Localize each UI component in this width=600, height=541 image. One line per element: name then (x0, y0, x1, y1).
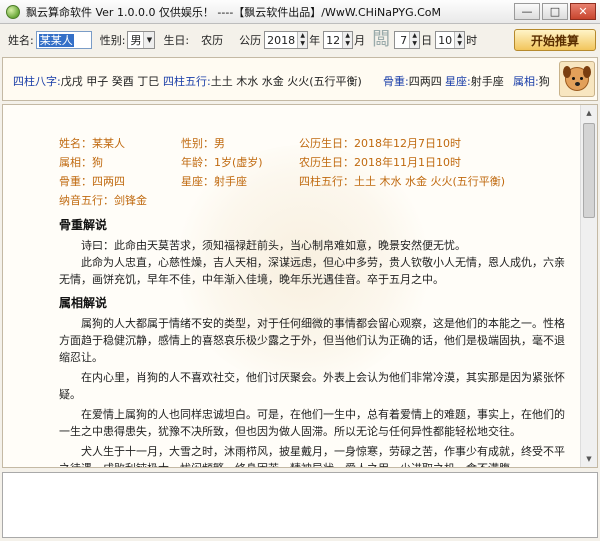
shuxiang-value: 狗 (538, 75, 550, 88)
hour-value: 10 (438, 33, 453, 47)
zodiac-paragraph: 犬人生于十一月，大雪之时，沐雨栉风，披星戴月，一身惊寒，劳碌之苦，作事少有成就，… (59, 445, 565, 467)
info-row: 姓名：某某人 性别：男 公历生日：2018年12月7日10时 (59, 135, 579, 154)
year-value: 2018 (267, 33, 296, 47)
chevron-down-icon[interactable]: ▼ (143, 32, 155, 48)
scroll-down-icon[interactable]: ▼ (581, 451, 597, 467)
window-title: 飘云算命软件 Ver 1.0.0.0 仅供娱乐！ ----【飘云软件出品】/Ww… (26, 5, 442, 19)
start-calculation-button[interactable]: 开始推算 (514, 29, 596, 51)
wuxing-value: 土土 木水 水金 火火(五行平衡) (210, 75, 362, 88)
solar-option[interactable]: 公历 (239, 32, 261, 48)
zodiac-section-title: 属相解说 (59, 296, 108, 310)
spin-up-icon[interactable]: ▲ (410, 32, 419, 40)
minimize-button[interactable]: — (514, 3, 540, 20)
reading-content-panel[interactable]: 姓名：某某人 性别：男 公历生日：2018年12月7日10时 属相：狗 年龄：1… (2, 104, 598, 468)
close-button[interactable]: ✕ (570, 3, 596, 20)
guzhong-summary: 骨重:四两四 (383, 73, 442, 89)
spin-up-icon[interactable]: ▲ (343, 32, 352, 40)
bone-section-title: 骨重解说 (59, 218, 108, 232)
spin-up-icon[interactable]: ▲ (298, 32, 307, 40)
year-stepper[interactable]: 2018 ▲ ▼ (264, 31, 309, 49)
bone-poem: 诗曰：此命由天莫苦求，须知福禄赶前头，当心制帛难如意，晚景安然便无忧。 (81, 239, 466, 252)
info-nayin: 纳音五行：剑锋金 (59, 194, 147, 207)
gender-label: 性别: (99, 34, 126, 47)
bone-description: 此命为人忠直，心慈性燥，吉人天相，深谋远虑，但心中多劳，贵人钦敬小人无情，恩人成… (59, 256, 565, 286)
day-unit: 日 (421, 34, 433, 47)
info-row: 纳音五行：剑锋金 (59, 192, 579, 211)
xingzuo-label: 星座: (445, 75, 471, 88)
day-value: 7 (400, 33, 408, 47)
dog-nose (575, 82, 580, 86)
info-age: 年龄：1岁(虚岁) (181, 156, 263, 169)
app-logo-icon (6, 4, 20, 19)
month-unit: 月 (354, 34, 366, 47)
spin-down-icon[interactable]: ▼ (343, 40, 352, 48)
spin-down-icon[interactable]: ▼ (298, 40, 307, 48)
gender-select[interactable]: 男 ▼ (127, 31, 156, 49)
info-name: 姓名：某某人 (59, 137, 125, 150)
month-stepper[interactable]: 12 ▲ ▼ (323, 31, 354, 49)
zodiac-dog-avatar (559, 61, 595, 97)
gender-select-value: 男 (130, 34, 142, 47)
hour-stepper-buttons[interactable]: ▲ ▼ (454, 32, 465, 48)
day-stepper-buttons[interactable]: ▲ ▼ (409, 32, 420, 48)
dog-eye (580, 77, 583, 80)
bazi-value: 戊戌 甲子 癸酉 丁巳 (60, 75, 160, 88)
info-wuxing: 四柱五行：土土 木水 水金 火火(五行平衡) (299, 175, 506, 188)
wuxing-summary: 四柱五行:土土 木水 水金 火火(五行平衡) (163, 73, 362, 89)
year-unit: 年 (309, 34, 321, 47)
info-zodiac: 属相：狗 (59, 156, 103, 169)
hour-stepper[interactable]: 10 ▲ ▼ (435, 31, 466, 49)
guzhong-value: 四两四 (408, 75, 442, 88)
bazi-label: 四柱八字: (13, 75, 61, 88)
dog-eye (572, 77, 575, 80)
dog-icon (563, 66, 591, 91)
info-lunar-birthday: 农历生日：2018年11月1日10时 (299, 156, 461, 169)
notes-textarea[interactable] (2, 472, 598, 538)
zodiac-paragraph: 在内心里，肖狗的人不喜欢社交，他们讨厌聚会。外表上会认为他们非常冷漠，其实那是因… (59, 371, 565, 401)
month-stepper-buttons[interactable]: ▲ ▼ (342, 32, 353, 48)
info-block: 姓名：某某人 性别：男 公历生日：2018年12月7日10时 属相：狗 年龄：1… (59, 135, 579, 211)
day-stepper[interactable]: 7 ▲ ▼ (394, 31, 421, 49)
window-controls: — □ ✕ (514, 3, 596, 20)
hour-unit: 时 (466, 34, 478, 47)
wuxing-label: 四柱五行: (163, 75, 211, 88)
year-stepper-buttons[interactable]: ▲ ▼ (297, 32, 308, 48)
content-scrollbar[interactable]: ▲ ▼ (580, 105, 597, 467)
summary-panel: 四柱八字:戊戌 甲子 癸酉 丁巳 四柱五行:土土 木水 水金 火火(五行平衡) … (2, 57, 598, 101)
month-value: 12 (326, 33, 341, 47)
seal-glyph: 闆 (372, 29, 391, 50)
birthday-label: 生日: (163, 34, 190, 47)
shuxiang-summary: 属相:狗 (513, 73, 550, 89)
guzhong-label: 骨重: (383, 75, 409, 88)
spin-down-icon[interactable]: ▼ (455, 40, 464, 48)
shuxiang-label: 属相: (513, 75, 539, 88)
info-gender: 性别：男 (181, 137, 225, 150)
scrollbar-thumb[interactable] (583, 123, 595, 218)
info-bone-weight: 骨重：四两四 (59, 175, 125, 188)
xingzuo-value: 射手座 (470, 75, 504, 88)
bazi-summary: 四柱八字:戊戌 甲子 癸酉 丁巳 (13, 73, 159, 89)
spin-up-icon[interactable]: ▲ (455, 32, 464, 40)
title-bar: 飘云算命软件 Ver 1.0.0.0 仅供娱乐！ ----【飘云软件出品】/Ww… (0, 0, 600, 24)
scroll-up-icon[interactable]: ▲ (581, 105, 597, 121)
info-row: 属相：狗 年龄：1岁(虚岁) 农历生日：2018年11月1日10时 (59, 154, 579, 173)
name-label: 姓名: (8, 34, 34, 47)
name-input[interactable]: 某某人 (35, 31, 92, 49)
zodiac-paragraph: 在爱情上属狗的人也同样忠诚坦白。可是，在他们一生中，总有着爱情上的难题，事实上，… (59, 408, 565, 438)
maximize-button[interactable]: □ (542, 3, 568, 20)
info-constellation: 星座：射手座 (181, 175, 247, 188)
spin-down-icon[interactable]: ▼ (410, 40, 419, 48)
zodiac-paragraph: 属狗的人大都属于情绪不安的类型，对于任何细微的事情都会留心观察，这是他们的本能之… (59, 317, 565, 364)
lunar-option[interactable]: 农历 (201, 32, 223, 48)
info-row: 骨重：四两四 星座：射手座 四柱五行：土土 木水 水金 火火(五行平衡) (59, 173, 579, 192)
name-input-value: 某某人 (38, 34, 74, 47)
input-toolbar: 姓名: 某某人 性别: 男 ▼ 生日: 农历 公历 2018 ▲ ▼ 年 12 … (0, 25, 600, 55)
info-solar-birthday: 公历生日：2018年12月7日10时 (299, 137, 461, 150)
xingzuo-summary: 星座:射手座 (445, 73, 504, 89)
